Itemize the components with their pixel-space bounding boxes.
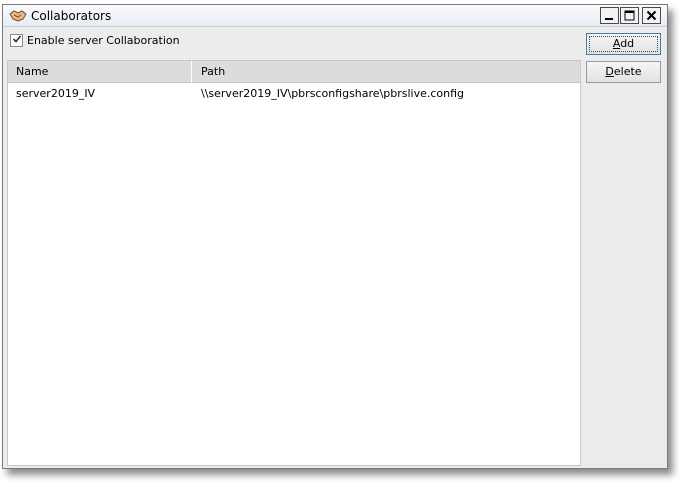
add-button[interactable]: Add [586, 33, 661, 55]
collaborators-list[interactable]: Name Path server2019_IV \\server2019_IV\… [7, 60, 581, 466]
handshake-icon [9, 8, 27, 23]
minimize-button[interactable] [600, 7, 619, 24]
delete-button[interactable]: Delete [586, 61, 661, 83]
delete-button-label: Delete [605, 65, 642, 78]
title-bar[interactable]: Collaborators [3, 5, 667, 27]
maximize-button[interactable] [620, 7, 639, 24]
checkmark-icon [12, 34, 22, 47]
cell-path: \\server2019_IV\pbrsconfigshare\pbrslive… [201, 87, 465, 100]
client-area: Enable server Collaboration Name Path se… [3, 27, 667, 468]
enable-collaboration-label: Enable server Collaboration [27, 33, 180, 47]
list-header: Name Path [8, 61, 580, 83]
cell-name: server2019_IV [16, 87, 96, 100]
enable-collaboration-checkbox[interactable] [10, 33, 23, 47]
focus-rectangle [589, 36, 658, 52]
table-row[interactable]: server2019_IV \\server2019_IV\pbrsconfig… [8, 85, 580, 103]
column-header-path[interactable]: Path [193, 61, 580, 83]
collaborators-window: Collaborators Enable server Collaboratio… [2, 4, 668, 469]
enable-collaboration-option[interactable]: Enable server Collaboration [10, 32, 180, 48]
close-button[interactable] [642, 7, 661, 24]
minimize-icon [604, 10, 615, 21]
close-icon [646, 10, 657, 21]
maximize-icon [624, 10, 635, 21]
column-header-name[interactable]: Name [8, 61, 192, 83]
window-title: Collaborators [31, 9, 112, 23]
